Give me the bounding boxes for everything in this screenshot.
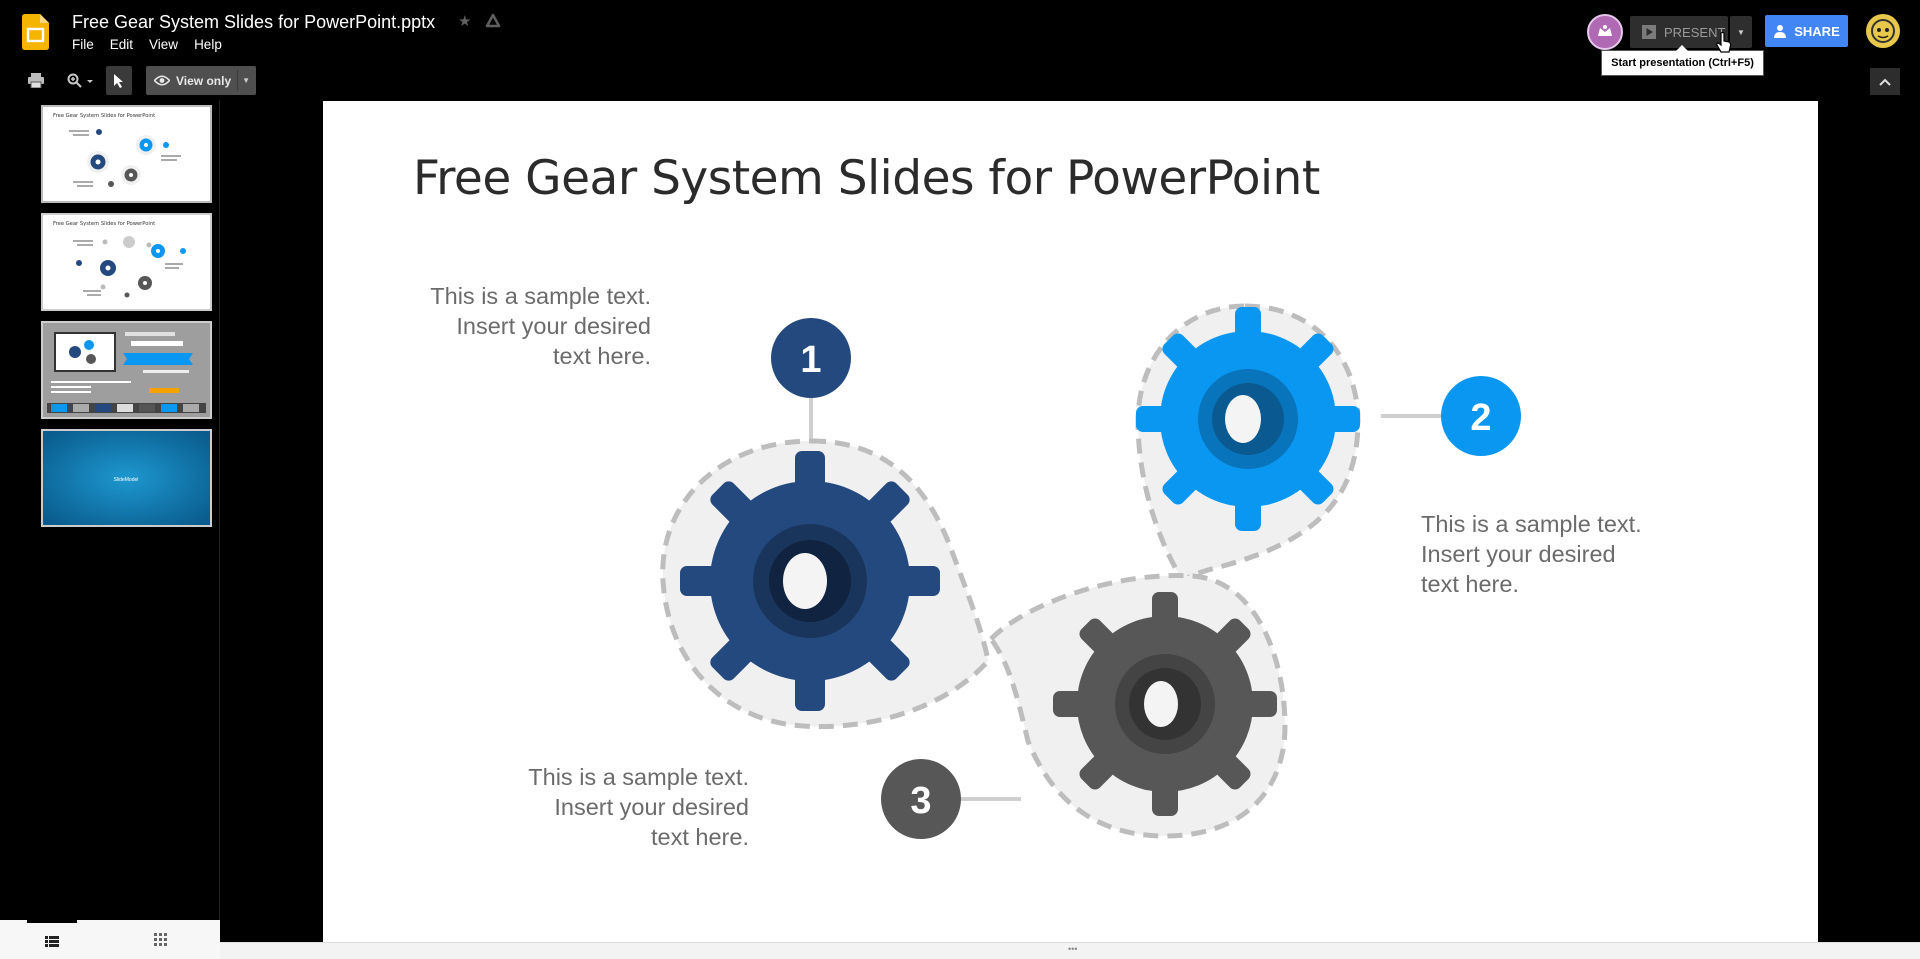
sample-text-3-line-2: Insert your desired [554, 794, 749, 820]
menu-help[interactable]: Help [194, 37, 222, 52]
play-icon [1642, 25, 1656, 39]
sample-text-1-line-1: This is a sample text. [430, 283, 651, 309]
sample-text-2-line-2: Insert your desired [1421, 541, 1616, 567]
slide-filmstrip: Free Gear System Slides for PowerPoint F… [0, 100, 220, 959]
sample-text-3-line-1: This is a sample text. [528, 764, 749, 790]
gear-bright-blue [1136, 307, 1360, 531]
google-slides-logo[interactable] [22, 14, 49, 50]
printer-icon [28, 73, 44, 88]
collapse-header-button[interactable] [1870, 68, 1900, 95]
view-mode-dropdown[interactable]: View only ▼ [146, 66, 256, 95]
number-badge-3-label: 3 [910, 780, 931, 822]
grid-icon [153, 933, 167, 946]
sample-text-2: This is a sample text. Insert your desir… [1421, 509, 1721, 599]
view-mode-label: View only [176, 73, 232, 88]
thumb-4-logo: SlideModel [114, 477, 139, 483]
present-options-dropdown[interactable]: ▼ [1730, 16, 1752, 48]
eye-icon [154, 75, 170, 86]
zoom-button[interactable] [60, 66, 102, 95]
slide-2-preview: Free Gear System Slides for PowerPoint [53, 221, 186, 298]
person-icon [1774, 25, 1787, 38]
menu-file[interactable]: File [72, 37, 94, 52]
sample-text-2-line-3: text here. [1421, 571, 1519, 597]
list-icon [45, 935, 59, 947]
sample-text-1-line-2: Insert your desired [456, 313, 651, 339]
sample-text-3-line-3: text here. [651, 824, 749, 850]
slide-3-preview [43, 323, 210, 417]
sample-text-2-line-1: This is a sample text. [1421, 511, 1642, 537]
account-avatar[interactable] [1866, 14, 1900, 48]
menu-bar: File Edit View Help [72, 37, 222, 52]
hand-cursor-icon [1716, 32, 1732, 53]
menu-view[interactable]: View [149, 37, 178, 52]
resize-grip-icon: ••• [1068, 944, 1078, 954]
select-tool-button[interactable] [106, 66, 132, 95]
slide-title: Free Gear System Slides for PowerPoint [413, 151, 1320, 206]
speaker-notes-handle[interactable]: ••• [220, 942, 1920, 959]
chevron-down-icon: ▼ [1737, 27, 1745, 37]
slide-4-preview: SlideModel [43, 431, 210, 525]
crown-icon [1598, 25, 1612, 36]
zoom-icon [67, 73, 93, 88]
toolbar [0, 64, 1920, 96]
share-button[interactable]: SHARE [1765, 15, 1848, 47]
thumb-1-title: Free Gear System Slides for PowerPoint [53, 113, 155, 119]
sample-text-1-line-3: text here. [553, 343, 651, 369]
document-title[interactable]: Free Gear System Slides for PowerPoint.p… [72, 12, 435, 33]
number-badge-2-label: 2 [1470, 397, 1491, 439]
sample-text-3: This is a sample text. Insert your desir… [499, 762, 749, 852]
current-slide: 1 2 3 Free Gear System Slides for PowerP… [323, 101, 1818, 942]
chevron-down-icon: ▼ [242, 76, 250, 85]
slide-thumbnail-4[interactable]: SlideModel [41, 429, 212, 527]
arrow-cursor-icon [114, 73, 123, 88]
move-to-folder-icon[interactable] [484, 12, 502, 28]
share-label: SHARE [1794, 23, 1840, 39]
slide-1-preview: Free Gear System Slides for PowerPoint [53, 113, 181, 187]
present-button[interactable]: PRESENT [1630, 16, 1728, 48]
user-face-icon [1871, 19, 1895, 43]
slide-thumbnail-2[interactable]: Free Gear System Slides for PowerPoint [41, 213, 212, 311]
slide-thumbnail-3[interactable] [41, 321, 212, 419]
slide-thumbnail-1[interactable]: Free Gear System Slides for PowerPoint [41, 105, 212, 203]
gear-dark-blue [680, 451, 940, 711]
number-badge-1-label: 1 [800, 339, 821, 381]
grid-view-button[interactable] [135, 920, 185, 959]
menu-edit[interactable]: Edit [110, 37, 133, 52]
gear-gray [1053, 592, 1277, 816]
print-button[interactable] [22, 66, 50, 95]
star-icon[interactable]: ★ [458, 12, 471, 30]
divider [237, 70, 238, 91]
sample-text-1: This is a sample text. Insert your desir… [403, 281, 651, 371]
chevron-up-icon [1879, 78, 1891, 86]
list-view-button[interactable] [27, 920, 77, 959]
collaborator-avatar[interactable] [1587, 14, 1623, 50]
thumb-2-title: Free Gear System Slides for PowerPoint [53, 221, 155, 227]
